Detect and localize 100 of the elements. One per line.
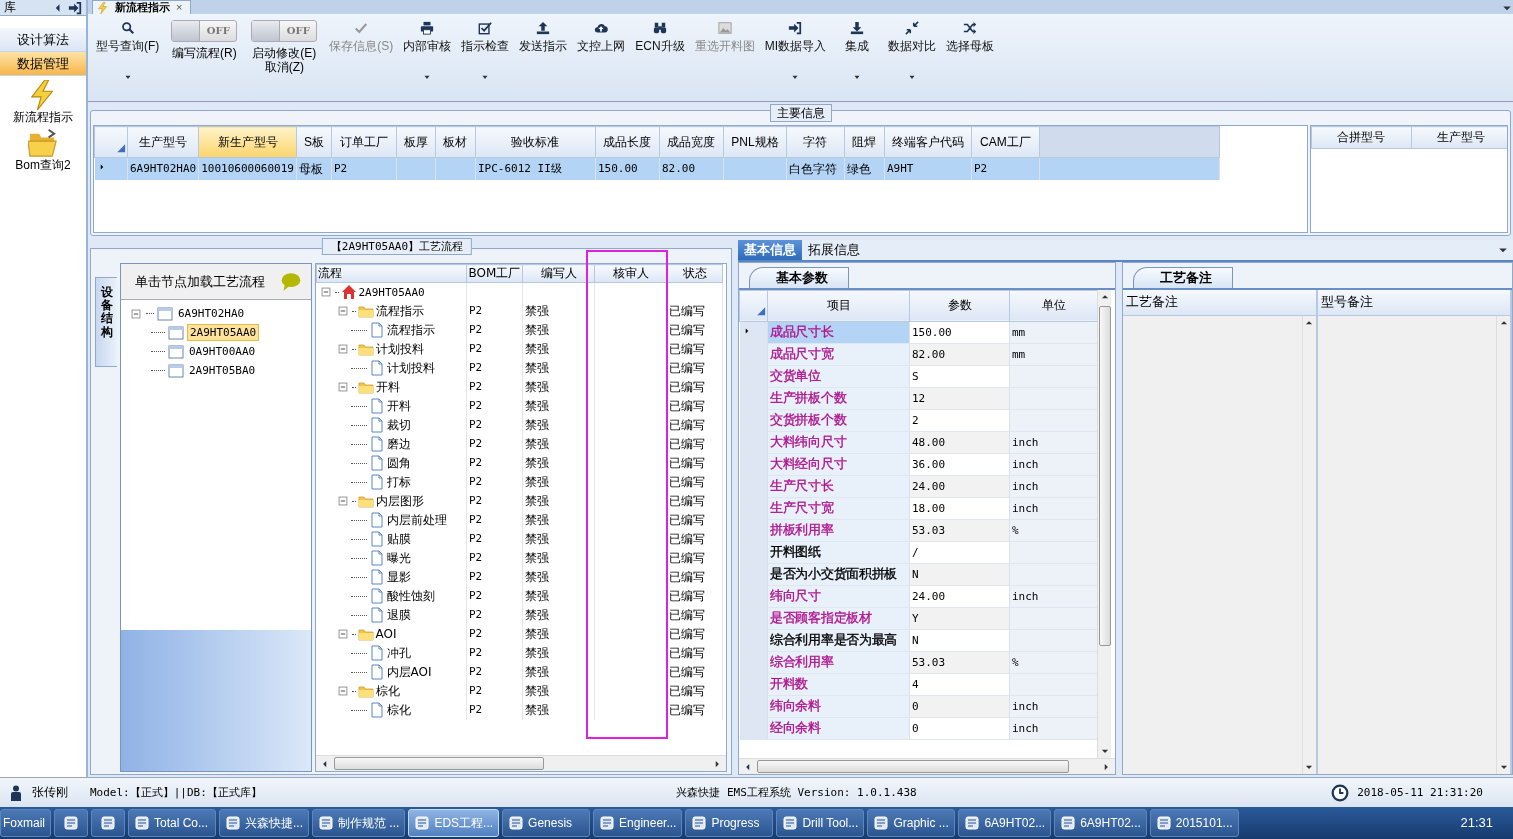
- table-cell: 禁强: [522, 377, 595, 397]
- toggle-switch[interactable]: OFF: [251, 20, 318, 42]
- taskbar-button[interactable]: Drill Tool...: [776, 809, 865, 837]
- tree-node[interactable]: 棕化: [375, 683, 400, 699]
- column-header[interactable]: CAM工厂: [971, 126, 1040, 158]
- taskbar-button[interactable]: 6A9HT02...: [1054, 809, 1147, 837]
- tree-node[interactable]: 6A9HT02HA0: [176, 305, 247, 322]
- scrollbar[interactable]: [739, 758, 1115, 774]
- sidebar-item[interactable]: 数据管理: [0, 52, 86, 76]
- tree-header: 单击节点加载工艺流程: [135, 273, 265, 290]
- toolbar-button[interactable]: 选择母板: [942, 20, 998, 54]
- sign-in-icon[interactable]: [68, 0, 82, 15]
- column-header[interactable]: 成品宽度: [659, 126, 724, 158]
- column-header[interactable]: 成品长度: [595, 126, 660, 158]
- toolbar-button[interactable]: 发送指示: [515, 20, 572, 54]
- column-header[interactable]: 合拼型号: [1311, 126, 1411, 149]
- tree-node[interactable]: 流程指示: [375, 303, 424, 319]
- column-header[interactable]: 工艺备注: [1123, 289, 1316, 316]
- tree-node[interactable]: 内层前处理: [386, 512, 447, 528]
- toolbar-button[interactable]: 指示检查: [457, 20, 514, 86]
- column-header[interactable]: 生产型号: [1411, 126, 1507, 149]
- tree-node[interactable]: 计划投料: [386, 360, 435, 376]
- column-header[interactable]: 型号备注: [1317, 289, 1510, 316]
- taskbar-button[interactable]: Graphic ...: [867, 809, 956, 837]
- scrollbar[interactable]: [316, 755, 726, 771]
- column-header[interactable]: 单位: [1009, 290, 1097, 322]
- tree-node[interactable]: 2A9HT05BA0: [187, 362, 258, 379]
- tab[interactable]: 拓展信息: [802, 240, 866, 260]
- tree-node[interactable]: 棕化: [386, 702, 411, 718]
- column-header[interactable]: 项目: [767, 290, 910, 322]
- column-header[interactable]: 新生产型号: [198, 126, 297, 158]
- taskbar-button[interactable]: 6A9HT02...: [958, 809, 1052, 837]
- tree-node[interactable]: 曝光: [386, 550, 411, 566]
- column-header[interactable]: 板材: [435, 126, 476, 158]
- toolbar-button[interactable]: 内部审核: [399, 20, 456, 86]
- column-header[interactable]: 流程: [316, 264, 467, 283]
- column-header[interactable]: 核审人: [594, 264, 667, 283]
- toolbar-button[interactable]: MI数据导入: [760, 20, 830, 86]
- tree-node[interactable]: 酸性蚀刻: [386, 588, 435, 604]
- document-tab[interactable]: 新流程指示 ×: [92, 0, 192, 14]
- tree-node[interactable]: 内层图形: [375, 493, 424, 509]
- shortcut-button[interactable]: Bom查询2: [0, 128, 86, 173]
- tree-node[interactable]: 开料: [375, 379, 400, 395]
- vertical-tab[interactable]: 设备结构: [95, 277, 117, 367]
- scrollbar[interactable]: [1496, 315, 1510, 774]
- column-header[interactable]: 参数: [909, 290, 1010, 322]
- taskbar-button[interactable]: [91, 809, 125, 837]
- toolbar-button[interactable]: 数据对比: [884, 20, 940, 86]
- tree-node[interactable]: 显影: [386, 569, 411, 585]
- taskbar-button[interactable]: Engineer...: [593, 809, 683, 837]
- column-header[interactable]: PNL规格: [723, 126, 787, 158]
- column-header[interactable]: 验收标准: [475, 126, 596, 158]
- tree-node[interactable]: 冲孔: [386, 645, 411, 661]
- taskbar-button[interactable]: Total Co...: [128, 809, 216, 837]
- taskbar-button[interactable]: [54, 809, 88, 837]
- tab[interactable]: 基本参数: [749, 267, 849, 288]
- column-header[interactable]: 板厚: [396, 126, 436, 158]
- column-header[interactable]: 阻焊: [844, 126, 885, 158]
- taskbar-button[interactable]: 制作规范 ...: [312, 809, 406, 837]
- column-header[interactable]: 编写人: [522, 264, 595, 283]
- column-header[interactable]: 终端客户代码: [884, 126, 972, 158]
- toolbar-button[interactable]: 集成: [832, 20, 882, 86]
- scrollbar[interactable]: [1097, 289, 1111, 758]
- tree-node[interactable]: 开料: [386, 398, 411, 414]
- column-header[interactable]: S板: [296, 126, 332, 158]
- tab[interactable]: 基本信息: [738, 240, 802, 260]
- taskbar-button[interactable]: Foxmail: [0, 809, 51, 837]
- taskbar-button[interactable]: 兴森快捷...: [219, 809, 310, 837]
- tree-node[interactable]: 磨边: [386, 436, 411, 452]
- sidebar-item[interactable]: 设计算法: [0, 28, 86, 52]
- tree-node[interactable]: 圆角: [386, 455, 411, 471]
- tree-node[interactable]: 计划投料: [375, 341, 424, 357]
- taskbar-button[interactable]: Progress: [685, 809, 774, 837]
- taskbar-button[interactable]: 2015101...: [1149, 809, 1239, 837]
- tree-node[interactable]: 2A9HT05AA0: [187, 323, 260, 342]
- cancel-button[interactable]: 取消(Z): [264, 60, 304, 75]
- column-header[interactable]: BOM工厂: [466, 264, 523, 283]
- tree-node[interactable]: 0A9HT00AA0: [187, 343, 258, 360]
- tree-node[interactable]: 退膜: [386, 607, 411, 623]
- toolbar-button[interactable]: 型号查询(F): [92, 20, 164, 86]
- tree-node[interactable]: 2A9HT05AA0: [358, 285, 425, 299]
- close-button[interactable]: ×: [176, 2, 183, 13]
- toolbar-button[interactable]: ECN升级: [631, 20, 689, 54]
- toolbar-button[interactable]: 文控上网: [573, 20, 630, 54]
- tab[interactable]: 工艺备注: [1133, 267, 1233, 288]
- document-icon: [368, 531, 385, 547]
- column-header[interactable]: 生产型号: [127, 126, 199, 158]
- tree-node[interactable]: 打标: [386, 474, 411, 490]
- tree-node[interactable]: 贴膜: [386, 531, 411, 547]
- shortcut-button[interactable]: 新流程指示: [0, 80, 86, 125]
- tree-node[interactable]: 裁切: [386, 417, 411, 433]
- column-header[interactable]: 状态: [666, 264, 723, 283]
- app-icon: [225, 815, 241, 831]
- column-header[interactable]: 字符: [786, 126, 845, 158]
- tree-node[interactable]: 流程指示: [386, 322, 435, 338]
- taskbar-button[interactable]: Genesis: [502, 809, 591, 837]
- toggle-switch[interactable]: OFF: [171, 20, 238, 42]
- tree-node[interactable]: AOI: [375, 626, 397, 642]
- tree-node[interactable]: 内层AOI: [386, 664, 432, 680]
- column-header[interactable]: 订单工厂: [331, 126, 397, 158]
